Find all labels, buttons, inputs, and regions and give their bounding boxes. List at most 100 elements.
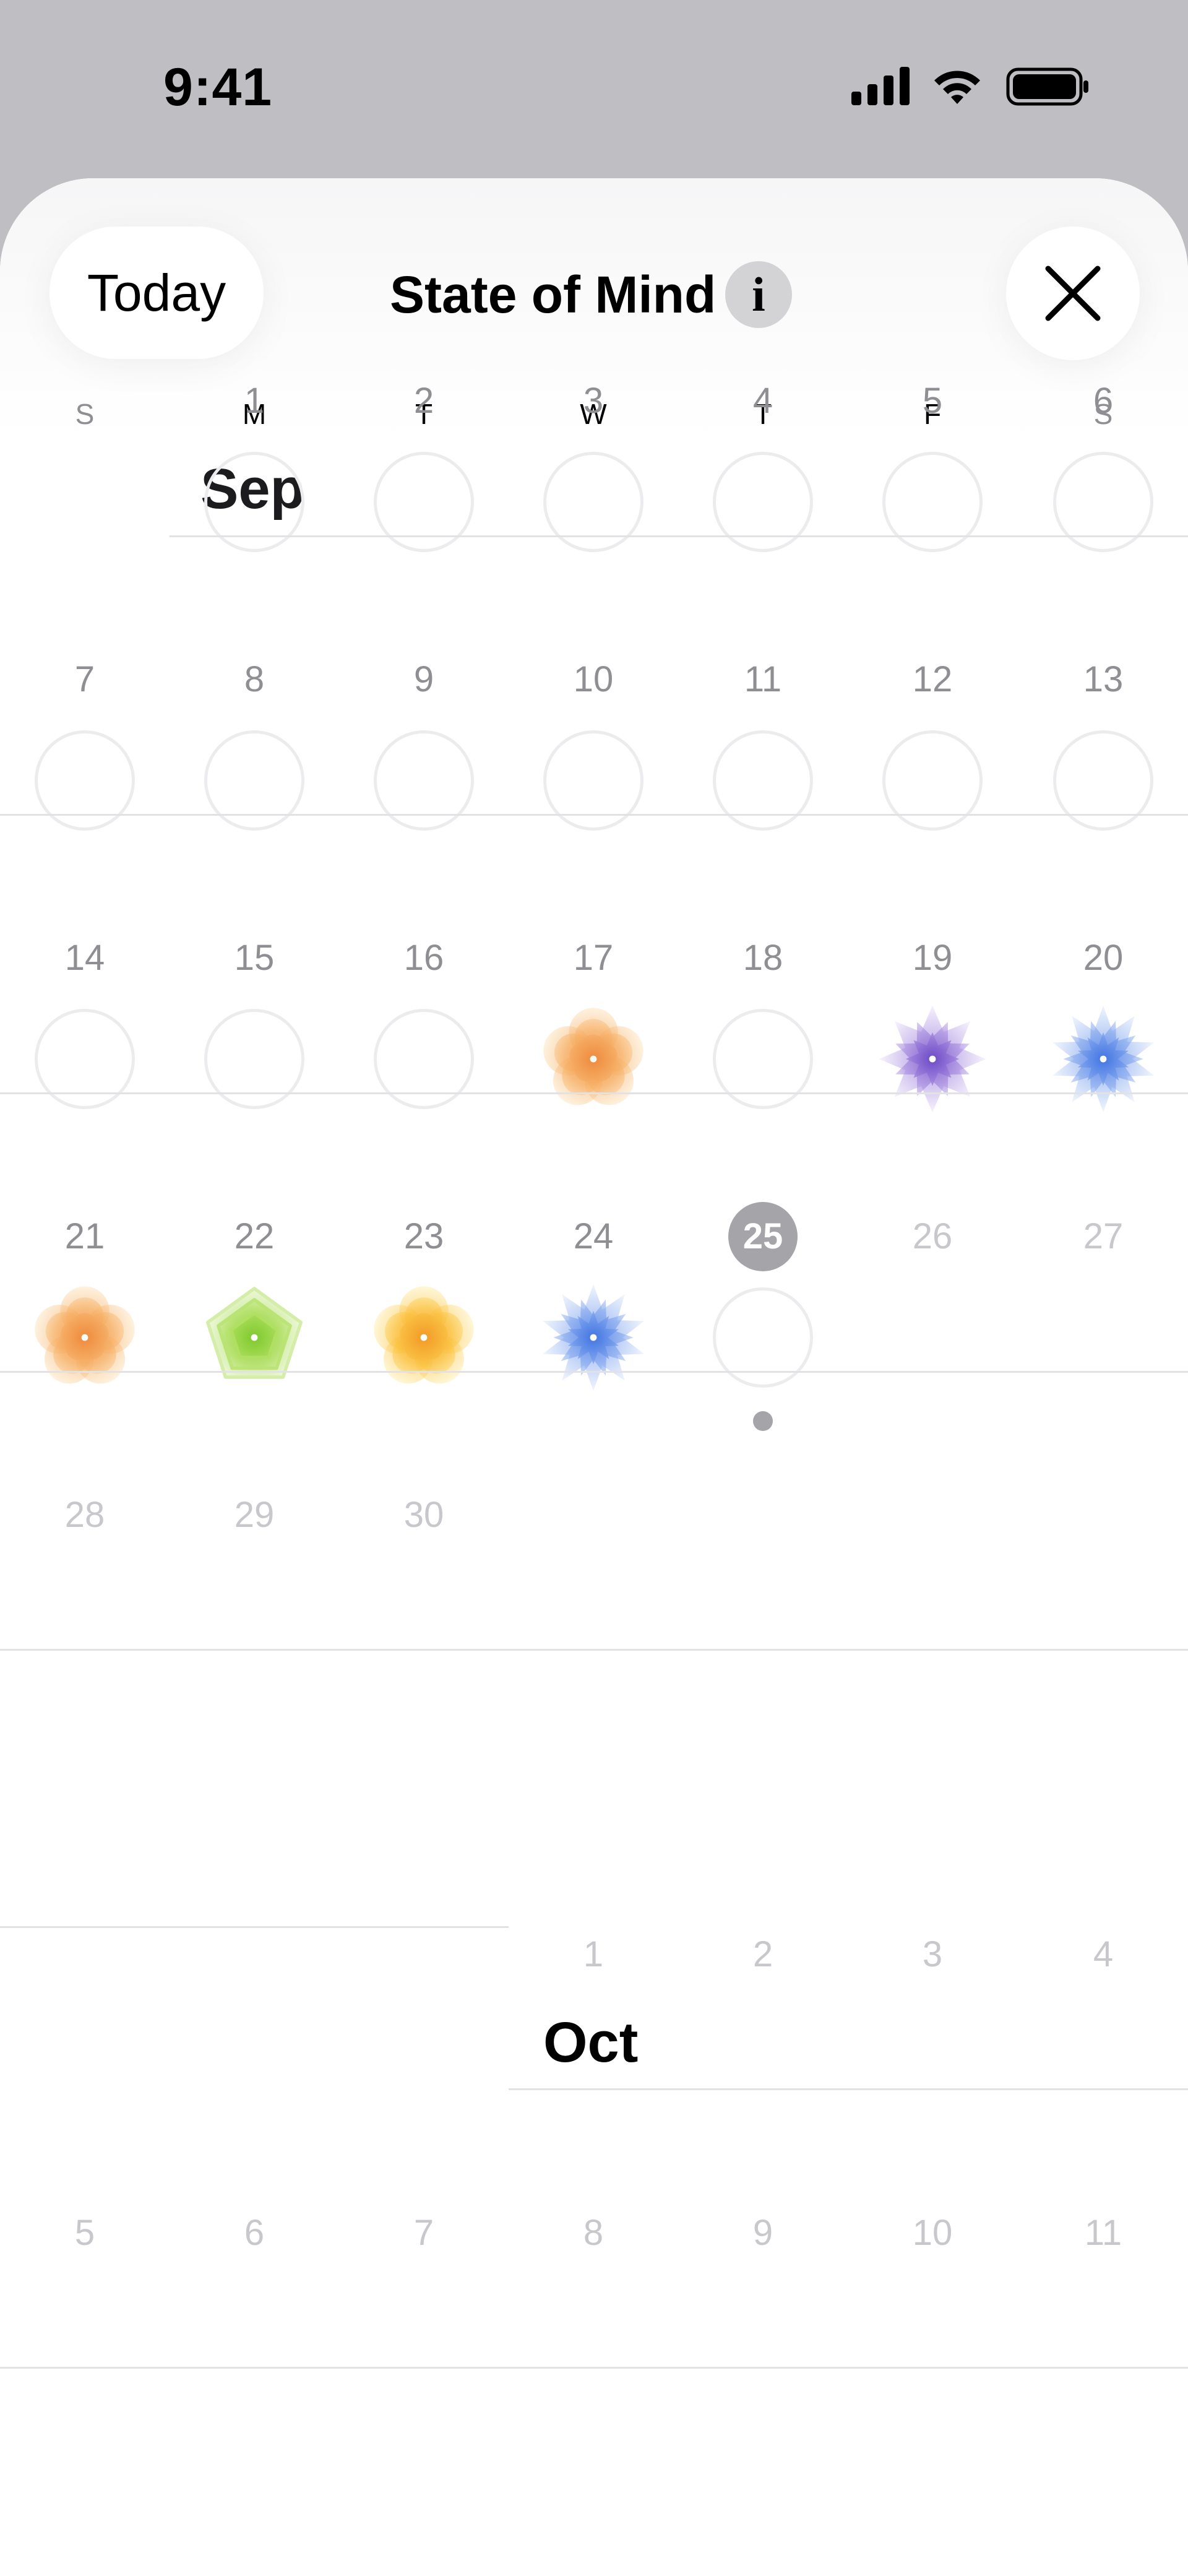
- today-button[interactable]: Today: [50, 227, 264, 359]
- info-icon[interactable]: i: [725, 261, 792, 328]
- day-number: 25: [742, 1216, 783, 1256]
- day-number: 12: [912, 659, 953, 699]
- day-number: 7: [413, 2213, 434, 2253]
- unpleasant-purple-mood-icon[interactable]: [877, 1003, 988, 1115]
- day-number: 20: [1083, 938, 1124, 978]
- day-cell: 5: [0, 2189, 170, 2467]
- day-number: 4: [752, 381, 773, 421]
- day-number: 9: [413, 659, 434, 699]
- week-separator: [0, 814, 1188, 816]
- week-separator: [0, 1926, 509, 1928]
- day-number: 24: [573, 1216, 614, 1256]
- day-cell: 27: [1018, 1192, 1188, 1471]
- unpleasant-blue-mood-icon[interactable]: [538, 1282, 649, 1393]
- day-cell[interactable]: 18: [678, 914, 848, 1192]
- day-number: 1: [244, 381, 265, 421]
- day-number: 27: [1083, 1216, 1124, 1256]
- day-cell: 4: [1018, 1910, 1188, 2189]
- pleasant-orange-mood-icon[interactable]: [538, 1003, 649, 1115]
- day-number: 5: [74, 2213, 95, 2253]
- day-cell: 10: [848, 2189, 1017, 2467]
- day-cell[interactable]: 11: [678, 635, 848, 914]
- close-icon: [1045, 266, 1101, 321]
- day-number: 4: [1093, 1934, 1114, 1974]
- day-cell[interactable]: 23: [339, 1192, 509, 1471]
- day-number: 19: [912, 938, 953, 978]
- day-cell[interactable]: 16: [339, 914, 509, 1192]
- entry-dot: [753, 1411, 773, 1431]
- day-cell[interactable]: 21: [0, 1192, 170, 1471]
- day-number: 21: [64, 1216, 105, 1256]
- day-cell[interactable]: 14: [0, 914, 170, 1192]
- day-cell[interactable]: 7: [0, 635, 170, 914]
- pleasant-yellow-mood-icon[interactable]: [368, 1282, 480, 1393]
- day-number: 17: [573, 938, 614, 978]
- week-separator: [170, 535, 1188, 537]
- day-cell[interactable]: 19: [848, 914, 1017, 1192]
- week-separator: [509, 2088, 1188, 2090]
- day-cell[interactable]: 15: [170, 914, 339, 1192]
- day-cell[interactable]: 12: [848, 635, 1017, 914]
- day-number: 14: [64, 938, 105, 978]
- wifi-icon: [934, 71, 980, 104]
- day-cell: 11: [1018, 2189, 1188, 2467]
- day-cell[interactable]: 20: [1018, 914, 1188, 1192]
- day-number: 13: [1083, 659, 1124, 699]
- day-number: 3: [583, 381, 604, 421]
- day-number: 3: [922, 1934, 943, 1974]
- day-cell[interactable]: 4: [678, 357, 848, 635]
- day-number: 11: [744, 659, 782, 699]
- day-cell[interactable]: 2: [339, 357, 509, 635]
- day-number: 6: [244, 2213, 265, 2253]
- day-cell[interactable]: 3: [509, 357, 678, 635]
- day-cell[interactable]: 6: [1018, 357, 1188, 635]
- state-of-mind-sheet: Today State of Mind i S M T W T F S Sep …: [0, 178, 1188, 2576]
- day-number: 26: [912, 1216, 953, 1256]
- battery-icon: [1006, 67, 1088, 106]
- day-cell[interactable]: 10: [509, 635, 678, 914]
- day-number: 7: [74, 659, 95, 699]
- day-cell[interactable]: 17: [509, 914, 678, 1192]
- day-cell: 8: [509, 2189, 678, 2467]
- day-cell[interactable]: 1: [170, 357, 339, 635]
- day-number: 28: [64, 1495, 105, 1535]
- day-number: 8: [244, 659, 265, 699]
- day-cell[interactable]: 13: [1018, 635, 1188, 914]
- week-separator: [0, 2367, 1188, 2369]
- day-number: 5: [922, 381, 943, 421]
- week-separator: [0, 1649, 1188, 1651]
- day-number: 10: [573, 659, 614, 699]
- day-cell: 9: [678, 2189, 848, 2467]
- day-cell: 28: [0, 1471, 170, 1749]
- day-number: 15: [234, 938, 275, 978]
- day-cell[interactable]: 22: [170, 1192, 339, 1471]
- day-cell[interactable]: 25: [678, 1192, 848, 1471]
- day-cell: 29: [170, 1471, 339, 1749]
- unpleasant-blue-mood-icon[interactable]: [1048, 1003, 1159, 1115]
- status-time: 9:41: [163, 58, 273, 117]
- day-number: 18: [742, 938, 783, 978]
- day-cell: 3: [848, 1910, 1017, 2189]
- page-title: State of Mind: [390, 266, 717, 324]
- close-button[interactable]: [1006, 227, 1140, 360]
- day-cell[interactable]: 24: [509, 1192, 678, 1471]
- pleasant-orange-mood-icon[interactable]: [29, 1282, 140, 1393]
- week-separator: [0, 1371, 1188, 1373]
- day-cell: 26: [848, 1192, 1017, 1471]
- day-cell: 6: [170, 2189, 339, 2467]
- day-cell: 30: [339, 1471, 509, 1749]
- day-number: 9: [752, 2213, 773, 2253]
- neutral-green-mood-icon[interactable]: [199, 1282, 310, 1393]
- day-cell: 2: [678, 1910, 848, 2189]
- day-cell[interactable]: 5: [848, 357, 1017, 635]
- status-bar: 9:41: [0, 0, 1188, 179]
- week-separator: [0, 1092, 1188, 1094]
- day-number: 30: [403, 1495, 444, 1535]
- day-number: 10: [912, 2213, 953, 2253]
- day-number: 2: [752, 1934, 773, 1974]
- day-number: 2: [413, 381, 434, 421]
- day-cell[interactable]: 9: [339, 635, 509, 914]
- day-cell[interactable]: 8: [170, 635, 339, 914]
- day-number: 11: [1084, 2213, 1122, 2253]
- day-number: 8: [583, 2213, 604, 2253]
